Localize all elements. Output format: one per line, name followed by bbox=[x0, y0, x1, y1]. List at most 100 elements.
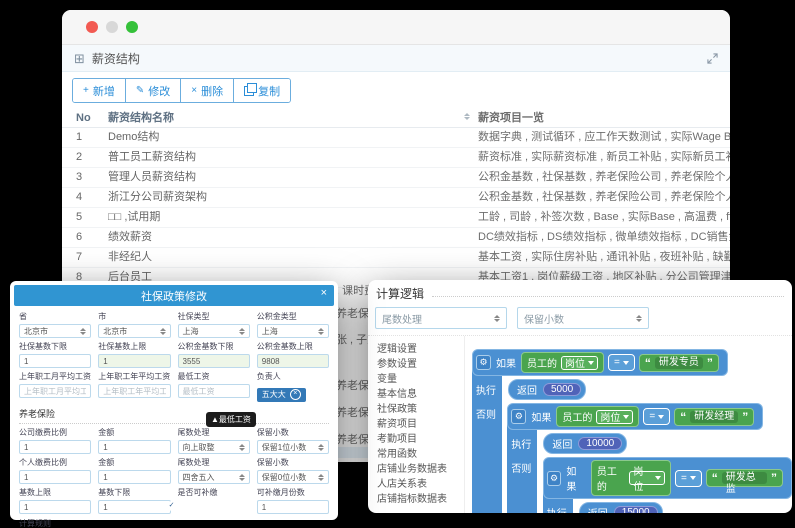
nav-item-store-business-table[interactable]: 店铺业务数据表 bbox=[377, 462, 464, 477]
return-block[interactable]: 返回 10000 bbox=[543, 433, 627, 454]
zoom-window-button[interactable] bbox=[126, 21, 138, 33]
gear-icon[interactable]: ⚙ bbox=[511, 409, 526, 424]
table-row[interactable]: 2 普工员工薪资结构 薪资标准 , 实际薪资标准 , 新员工补贴 , 实际新员工… bbox=[62, 148, 730, 168]
condition-expression[interactable]: 员工的 岗位 = “ 研发总监 ” bbox=[591, 460, 783, 496]
nav-item-person-store-table[interactable]: 人店关系表 bbox=[377, 477, 464, 492]
nav-item-variables[interactable]: 变量 bbox=[377, 372, 464, 387]
operator-block[interactable]: = bbox=[608, 354, 635, 371]
return-block[interactable]: 返回 5000 bbox=[508, 379, 586, 400]
expand-icon[interactable] bbox=[707, 53, 718, 64]
copy-button[interactable]: 复制 bbox=[234, 79, 290, 102]
column-header-name-label: 薪资结构名称 bbox=[108, 112, 174, 124]
base-upper-input[interactable] bbox=[19, 500, 91, 514]
nav-item-basic-info[interactable]: 基本信息 bbox=[377, 387, 464, 402]
string-value[interactable]: 研发总监 bbox=[722, 472, 767, 484]
return-value[interactable]: 5000 bbox=[543, 383, 581, 396]
province-select[interactable]: 北京市 bbox=[19, 324, 91, 338]
personal-decimals-select[interactable]: 保留0位小数 bbox=[257, 470, 329, 484]
personal-rate-input[interactable] bbox=[19, 470, 91, 484]
personal-rounding-select[interactable]: 四舍五入 bbox=[178, 470, 250, 484]
delete-button[interactable]: × 删除 bbox=[181, 79, 234, 102]
nav-item-attendance-items[interactable]: 考勤项目 bbox=[377, 432, 464, 447]
yearly-avg-wage-input[interactable] bbox=[98, 384, 170, 398]
social-base-upper-input[interactable] bbox=[98, 354, 170, 368]
close-window-button[interactable] bbox=[86, 21, 98, 33]
personal-amount-input[interactable] bbox=[98, 470, 170, 484]
if-block[interactable]: ⚙ 如果 员工的 岗位 = “ 研发专员 bbox=[472, 349, 792, 513]
row-name: 非经纪人 bbox=[108, 248, 478, 267]
table-row[interactable]: 1 Demo结构 数据字典 , 测试循环 , 应工作天数测试 , 实际Wage … bbox=[62, 128, 730, 148]
table-row[interactable]: 5 □□ ,试用期 工龄 , 司龄 , 补签次数 , Base , 实际Base… bbox=[62, 208, 730, 228]
do-keyword: 执行 bbox=[547, 502, 571, 513]
operator-block[interactable]: = bbox=[643, 408, 670, 425]
sort-icon[interactable] bbox=[464, 113, 470, 120]
string-block[interactable]: “ 研发专员 ” bbox=[639, 354, 719, 372]
row-name: □□ ,试用期 bbox=[108, 208, 478, 227]
column-header-name[interactable]: 薪资结构名称 bbox=[108, 109, 478, 127]
city-select[interactable]: 北京市 bbox=[98, 324, 170, 338]
nav-item-salary-items[interactable]: 薪资项目 bbox=[377, 417, 464, 432]
gear-icon[interactable]: ⚙ bbox=[547, 471, 562, 486]
fund-base-upper-input[interactable] bbox=[257, 354, 329, 368]
return-value[interactable]: 15000 bbox=[614, 506, 658, 513]
gear-icon[interactable]: ⚙ bbox=[476, 355, 491, 370]
if-block-header[interactable]: ⚙ 如果 员工的 岗位 = bbox=[507, 403, 763, 430]
table-row[interactable]: 6 绩效薪资 DC绩效指标 , DS绩效指标 , 微单绩效指标 , DC销售金额… bbox=[62, 228, 730, 248]
salary-structure-table: No 薪资结构名称 薪资项目一览 1 Demo结构 数据字典 , 测试循环 , … bbox=[62, 109, 730, 288]
base-lower-input[interactable] bbox=[98, 500, 170, 514]
keep-decimals-select[interactable]: 保留小数 bbox=[517, 307, 649, 329]
minimize-window-button[interactable] bbox=[106, 21, 118, 33]
if-block-nested[interactable]: ⚙ 如果 员工的 岗位 = bbox=[543, 457, 792, 513]
table-row[interactable]: 4 浙江分公司薪资架构 公积金基数 , 社保基数 , 养老保险公司 , 养老保险… bbox=[62, 188, 730, 208]
company-amount-input[interactable] bbox=[98, 440, 170, 454]
nav-item-social-policy[interactable]: 社保政策 bbox=[377, 402, 464, 417]
select-arrows-icon bbox=[318, 444, 324, 451]
field-dropdown[interactable]: 岗位 bbox=[629, 471, 665, 485]
company-rounding-select[interactable]: 向上取整 bbox=[178, 440, 250, 454]
min-wage-input[interactable] bbox=[178, 384, 250, 398]
fund-base-lower-input[interactable] bbox=[178, 354, 250, 368]
tail-processing-select[interactable]: 尾数处理 bbox=[375, 307, 507, 329]
condition-expression[interactable]: 员工的 岗位 = “ 研发专员 ” bbox=[521, 352, 719, 373]
field-dropdown[interactable]: 岗位 bbox=[561, 356, 598, 370]
operator-block[interactable]: = bbox=[675, 470, 702, 487]
nav-item-store-metric-table[interactable]: 店铺指标数据表 bbox=[377, 492, 464, 507]
string-value[interactable]: 研发专员 bbox=[655, 357, 703, 369]
company-decimals-select[interactable]: 保留1位小数 bbox=[257, 440, 329, 454]
backpay-months-input[interactable] bbox=[257, 500, 329, 514]
social-base-lower-input[interactable] bbox=[19, 354, 91, 368]
if-block-header[interactable]: ⚙ 如果 员工的 岗位 = “ 研发专员 bbox=[472, 349, 728, 376]
owner-tag[interactable]: 五大大 × bbox=[257, 388, 306, 402]
else-keyword: 否则 bbox=[476, 403, 499, 421]
else-statement: 否则 ⚙ 如果 员工的 bbox=[507, 457, 792, 513]
employee-field-block[interactable]: 员工的 岗位 bbox=[556, 406, 639, 427]
remove-tag-icon[interactable]: × bbox=[290, 389, 301, 400]
employee-field-block[interactable]: 员工的 岗位 bbox=[591, 460, 671, 496]
field-dropdown[interactable]: 岗位 bbox=[596, 410, 633, 424]
company-rate-input[interactable] bbox=[19, 440, 91, 454]
nav-item-logic-settings[interactable]: 逻辑设置 bbox=[377, 342, 464, 357]
string-block[interactable]: “ 研发经理 ” bbox=[674, 408, 754, 426]
social-type-select[interactable]: 上海 bbox=[178, 324, 250, 338]
blockly-canvas[interactable]: ⚙ 如果 员工的 岗位 = “ 研发专员 bbox=[466, 336, 792, 513]
company-rounding-field: 尾数处理 向上取整 bbox=[178, 427, 250, 454]
edit-button[interactable]: ✎ 修改 bbox=[126, 79, 181, 102]
operator-label: = bbox=[649, 411, 655, 422]
fund-type-select[interactable]: 上海 bbox=[257, 324, 329, 338]
close-icon[interactable]: × bbox=[321, 288, 327, 299]
row-no: 6 bbox=[62, 228, 108, 247]
nav-item-parameter-settings[interactable]: 参数设置 bbox=[377, 357, 464, 372]
if-block-nested[interactable]: ⚙ 如果 员工的 岗位 = bbox=[507, 403, 792, 513]
string-block[interactable]: “ 研发总监 ” bbox=[706, 469, 783, 487]
return-value[interactable]: 10000 bbox=[578, 437, 622, 450]
add-button[interactable]: + 新增 bbox=[73, 79, 126, 102]
string-value[interactable]: 研发经理 bbox=[690, 411, 738, 423]
condition-expression[interactable]: 员工的 岗位 = “ 研发经理 ” bbox=[556, 406, 754, 427]
table-row[interactable]: 3 管理人员薪资结构 公积金基数 , 社保基数 , 养老保险公司 , 养老保险个… bbox=[62, 168, 730, 188]
return-block[interactable]: 返回 15000 bbox=[579, 502, 663, 513]
if-block-header[interactable]: ⚙ 如果 员工的 岗位 = bbox=[543, 457, 792, 499]
nav-item-common-functions[interactable]: 常用函数 bbox=[377, 447, 464, 462]
table-row[interactable]: 7 非经纪人 基本工资 , 实际住房补贴 , 通讯补贴 , 夜班补贴 , 缺勤扣… bbox=[62, 248, 730, 268]
employee-field-block[interactable]: 员工的 岗位 bbox=[521, 352, 604, 373]
monthly-avg-wage-input[interactable] bbox=[19, 384, 91, 398]
